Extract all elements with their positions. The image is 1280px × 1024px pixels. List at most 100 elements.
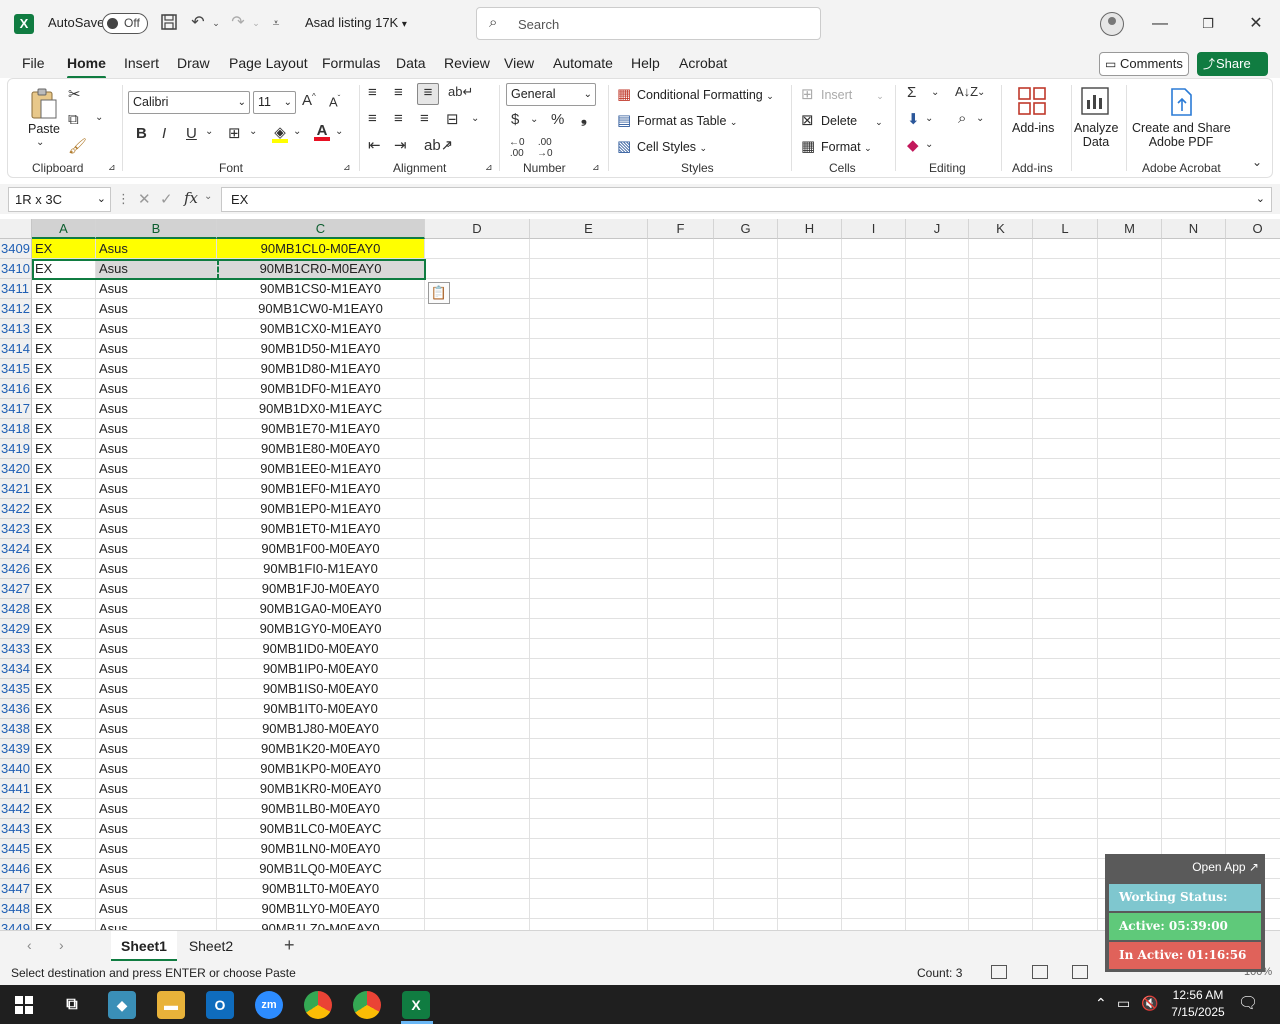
empty-cell[interactable]	[778, 839, 842, 859]
row-header[interactable]: 3415	[0, 359, 32, 379]
empty-cell[interactable]	[425, 639, 530, 659]
italic-icon[interactable]: I	[162, 125, 166, 142]
empty-cell[interactable]	[425, 339, 530, 359]
empty-cell[interactable]	[714, 259, 778, 279]
empty-cell[interactable]	[969, 259, 1033, 279]
cell-a[interactable]: EX	[32, 259, 96, 279]
empty-cell[interactable]	[969, 479, 1033, 499]
add-ins-label[interactable]: Add-ins	[1012, 121, 1054, 135]
row-header[interactable]: 3446	[0, 859, 32, 879]
sheet-prev-icon[interactable]: ‹	[27, 937, 32, 953]
enter-icon[interactable]: ✓	[160, 190, 173, 208]
empty-cell[interactable]	[530, 439, 648, 459]
row-header[interactable]: 3422	[0, 499, 32, 519]
empty-cell[interactable]	[530, 679, 648, 699]
empty-cell[interactable]	[425, 359, 530, 379]
empty-cell[interactable]	[1226, 339, 1280, 359]
empty-cell[interactable]	[425, 839, 530, 859]
comments-button[interactable]: Comments	[1099, 52, 1189, 76]
empty-cell[interactable]	[714, 759, 778, 779]
empty-cell[interactable]	[906, 879, 969, 899]
empty-cell[interactable]	[425, 399, 530, 419]
empty-cell[interactable]	[1226, 399, 1280, 419]
cell-c[interactable]: 90MB1EE0-M1EAY0	[217, 459, 425, 479]
empty-cell[interactable]	[1162, 699, 1226, 719]
row-header[interactable]: 3447	[0, 879, 32, 899]
empty-cell[interactable]	[969, 779, 1033, 799]
cell-b[interactable]: Asus	[96, 919, 217, 930]
tab-help[interactable]: Help	[631, 55, 660, 71]
cell-a[interactable]: EX	[32, 639, 96, 659]
empty-cell[interactable]	[648, 759, 714, 779]
delete-cells-icon[interactable]: ⊠	[801, 111, 814, 129]
empty-cell[interactable]	[714, 639, 778, 659]
empty-cell[interactable]	[1033, 519, 1098, 539]
empty-cell[interactable]	[778, 919, 842, 930]
tab-draw[interactable]: Draw	[177, 55, 210, 71]
empty-cell[interactable]	[1162, 759, 1226, 779]
empty-cell[interactable]	[842, 399, 906, 419]
empty-cell[interactable]	[1162, 399, 1226, 419]
empty-cell[interactable]	[648, 599, 714, 619]
empty-cell[interactable]	[906, 479, 969, 499]
empty-cell[interactable]	[714, 239, 778, 259]
empty-cell[interactable]	[714, 499, 778, 519]
cell-a[interactable]: EX	[32, 799, 96, 819]
cell-b[interactable]: Asus	[96, 399, 217, 419]
find-select-icon[interactable]: ⌕	[958, 110, 966, 127]
redo-dropdown-icon[interactable]: ⌄	[246, 13, 266, 33]
cell-a[interactable]: EX	[32, 519, 96, 539]
empty-cell[interactable]	[969, 879, 1033, 899]
empty-cell[interactable]	[906, 519, 969, 539]
empty-cell[interactable]	[1226, 719, 1280, 739]
empty-cell[interactable]	[842, 859, 906, 879]
empty-cell[interactable]	[714, 379, 778, 399]
column-header-b[interactable]: B	[96, 219, 217, 239]
system-clock[interactable]: 12:56 AM 7/15/2025	[1163, 987, 1233, 1021]
volume-muted-icon[interactable]: 🔇	[1141, 995, 1158, 1012]
empty-cell[interactable]	[1226, 259, 1280, 279]
underline-dropdown-icon[interactable]: ⌄	[205, 126, 213, 137]
cell-c[interactable]: 90MB1GY0-M0EAY0	[217, 619, 425, 639]
empty-cell[interactable]	[1226, 319, 1280, 339]
empty-cell[interactable]	[778, 899, 842, 919]
empty-cell[interactable]	[1162, 419, 1226, 439]
empty-cell[interactable]	[1033, 379, 1098, 399]
empty-cell[interactable]	[969, 759, 1033, 779]
empty-cell[interactable]	[1098, 279, 1162, 299]
empty-cell[interactable]	[1098, 659, 1162, 679]
empty-cell[interactable]	[425, 239, 530, 259]
row-header[interactable]: 3423	[0, 519, 32, 539]
cell-a[interactable]: EX	[32, 319, 96, 339]
empty-cell[interactable]	[1033, 759, 1098, 779]
network-icon[interactable]: ▭	[1117, 995, 1130, 1012]
empty-cell[interactable]	[530, 359, 648, 379]
empty-cell[interactable]	[969, 639, 1033, 659]
row-header[interactable]: 3416	[0, 379, 32, 399]
empty-cell[interactable]	[530, 479, 648, 499]
row-header[interactable]: 3419	[0, 439, 32, 459]
empty-cell[interactable]	[842, 599, 906, 619]
empty-cell[interactable]	[842, 419, 906, 439]
empty-cell[interactable]	[425, 819, 530, 839]
format-as-table-button[interactable]: Format as Table ⌄	[637, 114, 737, 128]
empty-cell[interactable]	[906, 499, 969, 519]
empty-cell[interactable]	[842, 619, 906, 639]
empty-cell[interactable]	[778, 579, 842, 599]
cell-a[interactable]: EX	[32, 399, 96, 419]
orientation-dropdown-icon[interactable]: ⌄	[444, 139, 452, 150]
empty-cell[interactable]	[969, 539, 1033, 559]
tab-file[interactable]: File	[22, 55, 45, 71]
empty-cell[interactable]	[425, 799, 530, 819]
empty-cell[interactable]	[842, 779, 906, 799]
empty-cell[interactable]	[1098, 779, 1162, 799]
column-header-a[interactable]: A	[32, 219, 96, 239]
align-bottom-icon[interactable]: ≡	[417, 83, 439, 105]
empty-cell[interactable]	[648, 459, 714, 479]
column-header-h[interactable]: H	[778, 219, 842, 239]
cell-a[interactable]: EX	[32, 559, 96, 579]
empty-cell[interactable]	[1098, 579, 1162, 599]
format-cells-button[interactable]: Format ⌄	[821, 140, 872, 154]
customize-qat-icon[interactable]: ⩡	[266, 13, 286, 33]
empty-cell[interactable]	[1162, 459, 1226, 479]
